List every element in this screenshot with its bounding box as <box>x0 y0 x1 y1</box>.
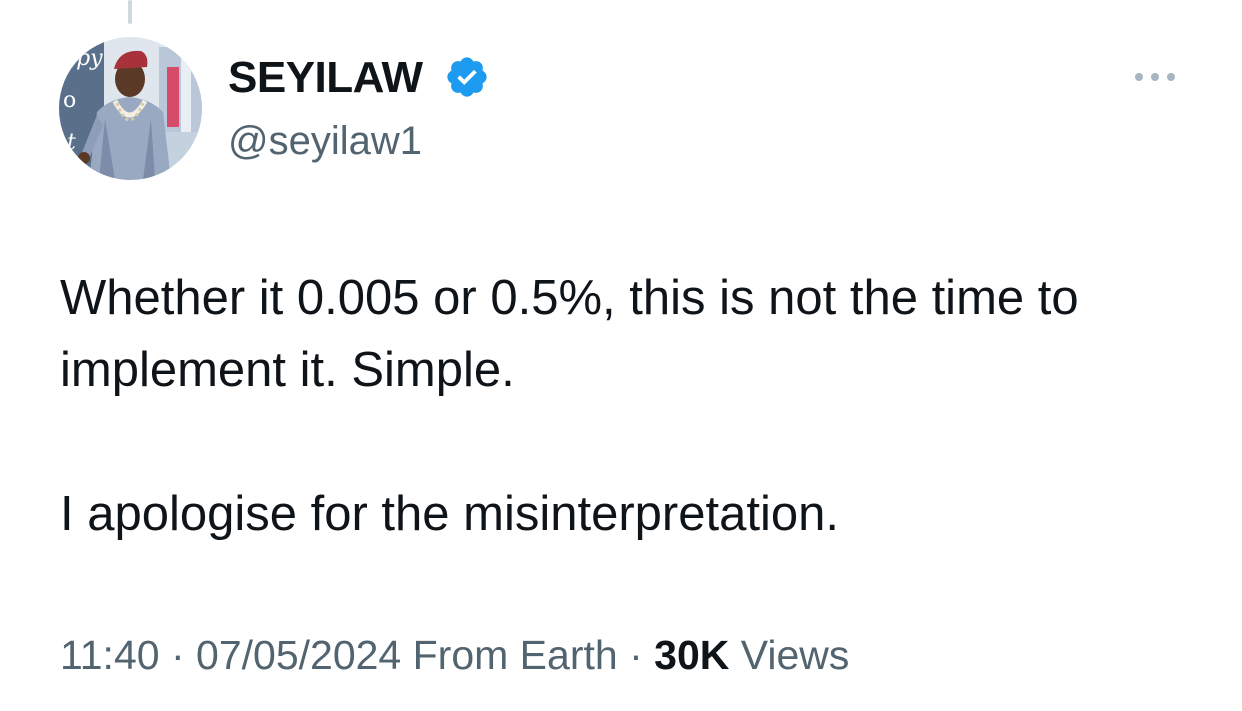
tweet-meta: 11:40 · 07/05/2024 From Earth · 30K View… <box>60 628 849 682</box>
tweet-paragraph: I apologise for the misinterpretation. <box>60 487 839 541</box>
svg-text:t: t <box>67 130 76 155</box>
tweet-paragraph: Whether it 0.005 or 0.5%, this is not th… <box>60 271 1079 397</box>
author-handle[interactable]: @seyilaw1 <box>228 115 422 167</box>
tweet-source: From Earth <box>412 632 618 678</box>
author-display-name[interactable]: SEYILAW <box>228 50 423 106</box>
avatar-image: ppy o t <box>59 37 202 180</box>
tweet-date[interactable]: 07/05/2024 <box>196 632 401 678</box>
more-horizontal-icon[interactable] <box>1130 62 1180 92</box>
avatar-overlay-text: ppy <box>62 46 103 71</box>
svg-text:o: o <box>63 88 76 113</box>
meta-separator: · <box>629 632 643 678</box>
avatar[interactable]: ppy o t <box>59 37 202 180</box>
tweet-time[interactable]: 11:40 <box>60 632 160 678</box>
verified-badge-icon <box>447 57 487 97</box>
views-label: Views <box>740 632 850 678</box>
meta-separator: · <box>170 632 185 678</box>
views-count[interactable]: 30K <box>654 632 729 678</box>
thread-connector-line <box>128 0 132 24</box>
tweet-text: Whether it 0.005 or 0.5%, this is not th… <box>60 262 1210 550</box>
